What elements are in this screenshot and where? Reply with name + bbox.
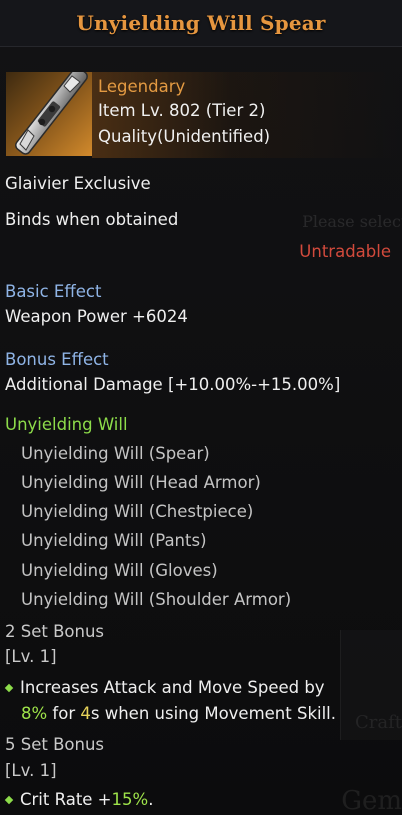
set-bonus-5-label: 5 Set Bonus [5,735,105,754]
set-bonus-2-line1: Increases Attack and Move Speed by [4,678,325,697]
item-meta: Legendary Item Lv. 802 (Tier 2) Quality(… [92,72,402,158]
set-bonus-2-value: 8% [21,704,48,723]
set-piece: Unyielding Will (Shoulder Armor) [21,590,292,609]
set-piece: Unyielding Will (Head Armor) [21,473,261,492]
set-name: Unyielding Will [5,415,128,434]
bind-status: Binds when obtained [5,210,179,229]
background-gem-text: Gem [341,786,402,815]
set-bonus-2-label: 2 Set Bonus [5,622,105,641]
set-bonus-2-seconds: 4 [80,704,91,723]
set-bonus-2-level: [Lv. 1] [5,647,57,666]
item-tooltip: Please select a Craft Gem Unyielding Wil… [0,0,402,815]
background-craft-text: Craft [354,712,402,733]
item-grade: Legendary [98,77,186,96]
set-bonus-5-level: [Lv. 1] [5,761,57,780]
class-exclusive: Glaivier Exclusive [5,174,151,193]
set-piece: Unyielding Will (Pants) [21,531,207,550]
set-bonus-5-suffix: . [148,790,154,809]
set-bonus-2-text: Increases Attack and Move Speed by [20,678,325,697]
item-quality: Quality(Unidentified) [98,127,271,146]
trade-status: Untradable [299,242,391,261]
item-level: Item Lv. 802 (Tier 2) [98,101,266,120]
set-piece: Unyielding Will (Spear) [21,444,210,463]
set-bonus-5-prefix: Crit Rate + [20,790,112,809]
set-bonus-5-value: 15% [111,790,149,809]
set-piece: Unyielding Will (Chestpiece) [21,502,254,521]
spear-item-icon [6,72,92,156]
bonus-effect-label: Bonus Effect [5,350,109,369]
diamond-bullet-icon [4,683,14,693]
tooltip-header: Unyielding Will Spear [0,0,402,47]
item-title: Unyielding Will Spear [76,11,326,35]
set-bonus-2-for: for [47,704,81,723]
set-piece: Unyielding Will (Gloves) [21,561,218,580]
bonus-effect-value: Additional Damage [+10.00%-+15.00%] [5,375,341,394]
basic-effect-value: Weapon Power +6024 [5,307,188,326]
item-summary: Legendary Item Lv. 802 (Tier 2) Quality(… [6,72,402,158]
diamond-bullet-icon [4,795,14,805]
set-bonus-2-rest: s when using Movement Skill. [90,704,337,723]
background-hint-text: Please select a [302,212,402,231]
set-bonus-2-line2: 8% for 4s when using Movement Skill. [21,704,336,723]
set-bonus-5-line1: Crit Rate +15%. [4,790,154,809]
basic-effect-label: Basic Effect [5,282,102,301]
